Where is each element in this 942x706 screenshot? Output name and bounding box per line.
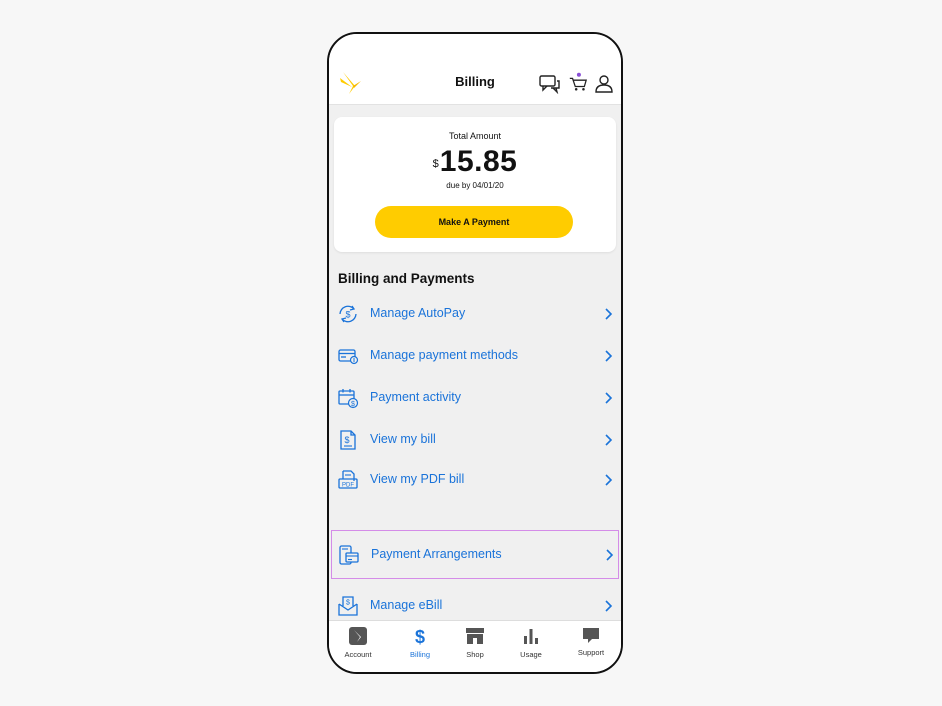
phone-frame: Billing Total Amount $15.85 due by 04/01… <box>327 32 623 674</box>
svg-text:$: $ <box>345 310 350 320</box>
dollar-icon: $ <box>415 627 425 645</box>
autopay-icon: $ <box>339 305 357 323</box>
make-payment-button[interactable]: Make A Payment <box>375 206 573 238</box>
menu-item-label: Manage AutoPay <box>370 306 466 320</box>
main-content: Total Amount $15.85 due by 04/01/20 Make… <box>329 105 621 622</box>
menu-item-label: Payment Arrangements <box>371 547 502 561</box>
svg-text:$: $ <box>346 600 350 607</box>
menu-item-view-my-bill[interactable]: $ View my bill <box>329 419 621 461</box>
tab-support[interactable]: Support <box>562 621 620 672</box>
tab-usage[interactable]: Usage <box>502 621 560 672</box>
payment-arrangements-icon <box>339 545 359 565</box>
tab-label: Support <box>577 648 605 657</box>
section-title: Billing and Payments <box>338 271 475 286</box>
chevron-right-icon <box>606 549 614 561</box>
chat-icon[interactable] <box>539 74 561 94</box>
app-header: Billing <box>329 34 621 105</box>
tab-label: Billing <box>409 650 430 659</box>
tab-billing[interactable]: $ Billing <box>391 621 449 672</box>
tab-label: Shop <box>466 650 484 659</box>
menu-item-label: Manage eBill <box>370 598 443 612</box>
menu-item-label: Payment activity <box>370 390 462 404</box>
calendar-dollar-icon: $ <box>338 389 359 409</box>
amount-value: 15.85 <box>439 145 518 178</box>
menu-item-manage-payment-methods[interactable]: Manage payment methods <box>329 335 621 377</box>
chevron-right-icon <box>605 600 613 612</box>
shop-icon <box>466 628 484 644</box>
tab-shop[interactable]: Shop <box>446 621 504 672</box>
support-chat-icon <box>583 628 599 643</box>
chevron-right-icon <box>605 434 613 446</box>
bottom-tab-bar: Account $ Billing Shop Usage Support <box>329 620 621 672</box>
cart-icon[interactable] <box>567 72 589 92</box>
bill-document-icon: $ <box>340 430 356 450</box>
menu-item-label: Manage payment methods <box>370 348 519 362</box>
tab-label: Usage <box>520 650 542 659</box>
chevron-right-icon <box>605 350 613 362</box>
currency-symbol: $ <box>432 158 439 170</box>
svg-text:$: $ <box>415 627 425 645</box>
chevron-right-icon <box>605 308 613 320</box>
svg-text:$: $ <box>351 401 355 408</box>
usage-bars-icon <box>524 629 538 644</box>
chevron-right-icon <box>605 474 613 486</box>
due-date: due by 04/01/20 <box>446 181 504 190</box>
menu-item-payment-arrangements[interactable]: Payment Arrangements <box>331 530 619 579</box>
tab-label: Account <box>344 650 372 659</box>
ebill-envelope-icon: $ <box>338 596 358 616</box>
pdf-bill-icon: PDF <box>338 470 358 489</box>
menu-item-view-my-pdf-bill[interactable]: PDF View my PDF bill <box>329 459 621 501</box>
total-amount-label: Total Amount <box>448 131 502 141</box>
menu-item-payment-activity[interactable]: $ Payment activity <box>329 377 621 419</box>
menu-item-label: View my PDF bill <box>370 472 465 486</box>
chevron-right-icon <box>605 392 613 404</box>
balance-card: Total Amount $15.85 due by 04/01/20 Make… <box>334 117 616 252</box>
credit-card-icon <box>338 349 359 365</box>
profile-icon[interactable] <box>593 74 615 94</box>
balance-amount: $15.85 <box>334 145 616 179</box>
menu-item-manage-autopay[interactable]: $ Manage AutoPay <box>329 293 621 335</box>
svg-text:PDF: PDF <box>342 483 354 489</box>
svg-text:$: $ <box>344 435 349 445</box>
menu-item-label: View my bill <box>370 432 436 446</box>
account-icon <box>349 627 367 645</box>
tab-account[interactable]: Account <box>329 621 387 672</box>
